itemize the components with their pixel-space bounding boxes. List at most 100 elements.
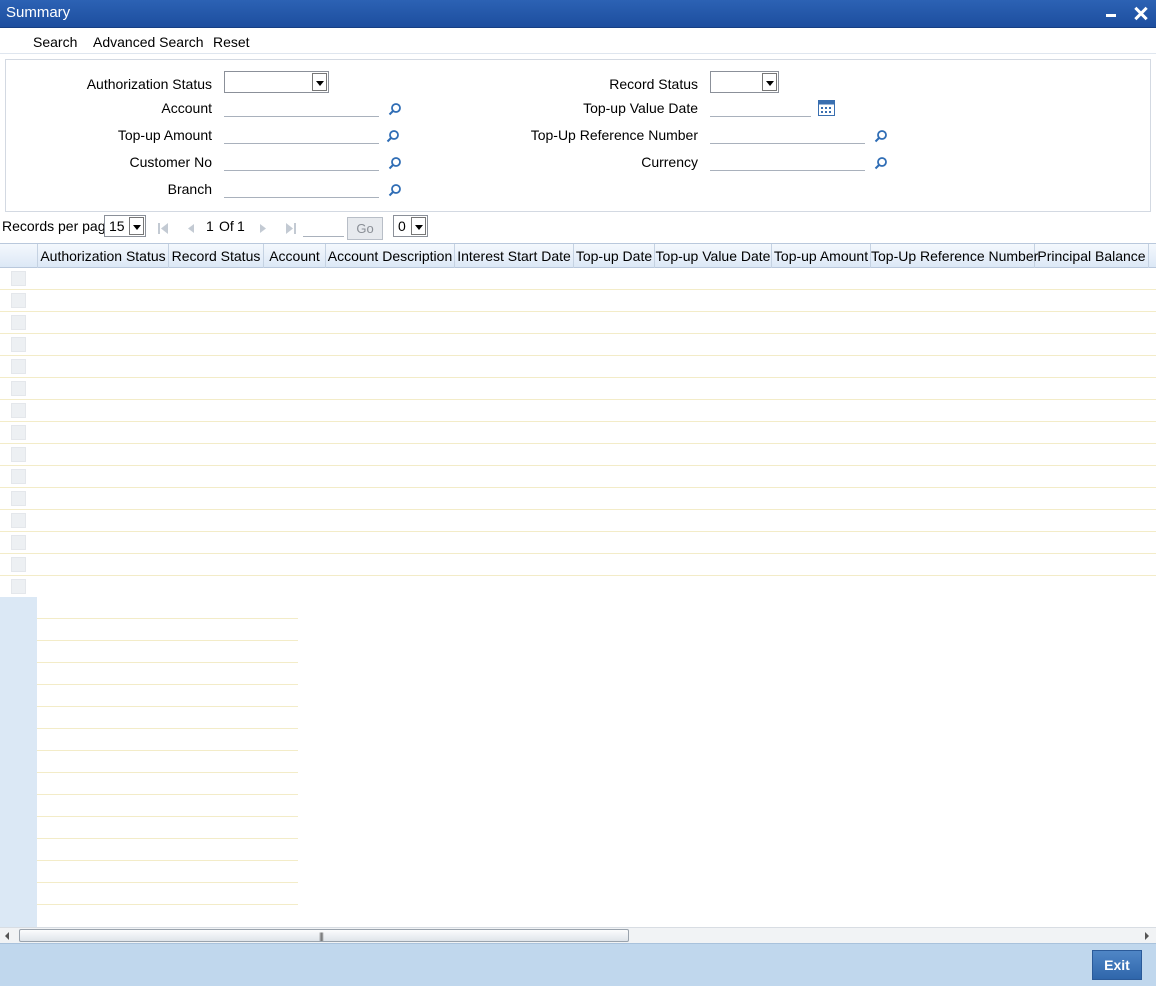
page-jump-select[interactable]: 0 [393,215,428,237]
table-row[interactable] [0,356,1156,378]
horizontal-scrollbar[interactable]: ||| [0,927,1156,943]
topup-amount-label: Top-up Amount [117,127,212,143]
records-per-page-select[interactable]: 15 [104,215,146,237]
column-header-topup-reference-number[interactable]: Top-Up Reference Number [871,244,1038,268]
column-header-account[interactable]: Account [264,244,326,268]
branch-lookup-search-icon[interactable] [388,183,402,197]
topup-reference-number-input[interactable] [710,124,865,144]
topup-amount-input[interactable] [224,124,379,144]
row-checkbox[interactable] [11,469,26,484]
column-header-record-status[interactable]: Record Status [169,244,264,268]
column-header-principal-balance[interactable]: Principal Balance [1035,244,1149,268]
record-status-label: Record Status [609,76,698,92]
table-row[interactable] [0,532,1156,554]
table-row[interactable] [0,290,1156,312]
table-row[interactable] [0,378,1156,400]
row-checkbox[interactable] [11,447,26,462]
row-checkbox[interactable] [11,403,26,418]
customer-no-lookup-search-icon[interactable] [388,156,402,170]
account-lookup-search-icon[interactable] [388,102,402,116]
empty-row [37,795,298,817]
table-row[interactable] [0,488,1156,510]
chevron-down-icon [312,73,327,91]
table-row[interactable] [0,444,1156,466]
topup-reference-lookup-search-icon[interactable] [874,129,888,143]
go-button[interactable]: Go [347,217,383,240]
branch-label: Branch [167,181,212,197]
empty-row [37,883,298,905]
row-checkbox[interactable] [11,491,26,506]
table-row[interactable] [0,576,1156,598]
scroll-left-icon[interactable] [3,930,13,942]
column-header-topup-amount[interactable]: Top-up Amount [772,244,871,268]
branch-input[interactable] [224,178,379,198]
page-jump-value: 0 [398,218,406,234]
title-bar: Summary [0,0,1156,28]
empty-row [37,773,298,795]
currency-input[interactable] [710,151,865,171]
column-header-topup-date[interactable]: Top-up Date [574,244,655,268]
next-page-icon[interactable] [256,222,270,236]
minimize-icon[interactable] [1101,3,1121,23]
topup-amount-lookup-search-icon[interactable] [386,129,400,143]
previous-page-icon[interactable] [184,222,198,236]
table-row[interactable] [0,334,1156,356]
record-status-select[interactable] [710,71,779,93]
table-row[interactable] [0,400,1156,422]
row-checkbox[interactable] [11,337,26,352]
customer-no-input[interactable] [224,151,379,171]
table-row[interactable] [0,510,1156,532]
account-label: Account [161,100,212,116]
reset-button[interactable]: Reset [213,34,250,50]
table-row[interactable] [0,554,1156,576]
row-checkbox[interactable] [11,293,26,308]
first-page-icon[interactable] [156,222,170,236]
scrollbar-thumb[interactable]: ||| [19,929,629,942]
row-checkbox[interactable] [11,513,26,528]
column-header-interest-start-date[interactable]: Interest Start Date [455,244,574,268]
row-checkbox[interactable] [11,315,26,330]
exit-button[interactable]: Exit [1092,950,1142,980]
pagination-bar: Records per page 15 1 Of 1 Go 0 [0,214,1156,242]
row-checkbox[interactable] [11,557,26,572]
page-number-input[interactable] [303,217,344,237]
page-total: 1 [237,218,245,234]
last-page-icon[interactable] [284,222,298,236]
results-grid-header: Authorization Status Record Status Accou… [0,243,1156,268]
row-checkbox[interactable] [11,381,26,396]
select-all-header[interactable] [0,244,38,268]
page-current: 1 [206,218,214,234]
row-checkbox[interactable] [11,579,26,594]
page-of-label: Of [219,218,234,234]
table-row[interactable] [0,312,1156,334]
empty-row [37,685,298,707]
scroll-right-icon[interactable] [1142,930,1152,942]
topup-value-date-input[interactable] [710,97,811,117]
currency-lookup-search-icon[interactable] [874,156,888,170]
topup-reference-number-label: Top-Up Reference Number [530,127,698,143]
column-header-authorization-status[interactable]: Authorization Status [38,244,169,268]
search-button[interactable]: Search [33,34,77,50]
records-per-page-value: 15 [109,218,125,234]
account-input[interactable] [224,97,379,117]
empty-row [37,729,298,751]
empty-row [37,641,298,663]
authorization-status-select[interactable] [224,71,329,93]
empty-row [37,663,298,685]
empty-row [37,597,298,619]
grip-icon: ||| [319,931,324,941]
empty-grid-area [0,597,298,927]
chevron-down-icon [411,217,426,235]
table-row[interactable] [0,268,1156,290]
close-icon[interactable] [1131,3,1151,23]
table-row[interactable] [0,466,1156,488]
row-checkbox[interactable] [11,535,26,550]
row-checkbox[interactable] [11,271,26,286]
row-checkbox[interactable] [11,359,26,374]
table-row[interactable] [0,422,1156,444]
row-checkbox[interactable] [11,425,26,440]
calendar-icon[interactable] [818,100,835,116]
column-header-topup-value-date[interactable]: Top-up Value Date [655,244,772,268]
advanced-search-button[interactable]: Advanced Search [93,34,204,50]
column-header-account-description[interactable]: Account Description [326,244,455,268]
